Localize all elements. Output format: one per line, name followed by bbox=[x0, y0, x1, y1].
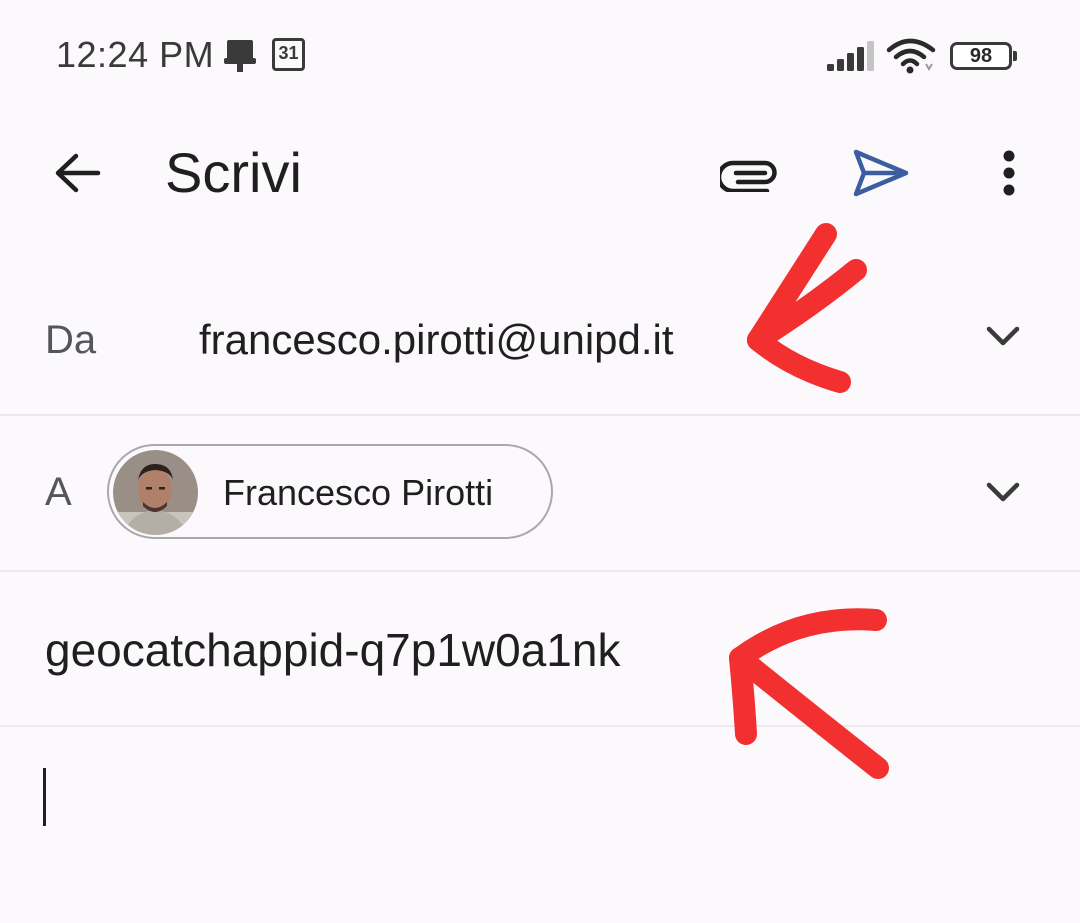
calendar-icon: 31 bbox=[272, 38, 305, 71]
download-icon bbox=[224, 40, 256, 72]
wifi-icon bbox=[886, 38, 936, 74]
battery-level: 98 bbox=[969, 44, 993, 67]
attach-icon[interactable] bbox=[720, 154, 780, 192]
status-bar: 12:24 PM 31 98 bbox=[0, 0, 1080, 110]
signal-icon bbox=[827, 41, 874, 71]
chevron-down-icon[interactable] bbox=[985, 324, 1021, 348]
status-time: 12:24 PM bbox=[56, 34, 215, 75]
to-label: A bbox=[45, 470, 72, 514]
text-cursor bbox=[43, 768, 46, 826]
subject-field[interactable]: geocatchappid-q7p1w0a1nk bbox=[45, 623, 620, 677]
subject-row[interactable]: geocatchappid-q7p1w0a1nk bbox=[0, 571, 1080, 727]
avatar bbox=[113, 450, 198, 535]
calendar-day: 31 bbox=[278, 43, 299, 63]
from-address[interactable]: francesco.pirotti@unipd.it bbox=[199, 316, 674, 364]
recipient-chip[interactable]: Francesco Pirotti bbox=[107, 444, 553, 539]
page-title: Scrivi bbox=[165, 141, 302, 204]
from-label: Da bbox=[45, 318, 97, 362]
battery-icon: 98 bbox=[950, 42, 1017, 70]
from-row[interactable]: Da francesco.pirotti@unipd.it bbox=[0, 260, 1080, 416]
battery-tip bbox=[1013, 51, 1017, 61]
chevron-down-icon[interactable] bbox=[985, 480, 1021, 504]
to-row[interactable]: A Francesco Pirotti bbox=[0, 416, 1080, 572]
more-vert-icon[interactable] bbox=[997, 148, 1021, 198]
back-arrow-icon[interactable] bbox=[52, 148, 102, 198]
recipient-name: Francesco Pirotti bbox=[223, 472, 494, 513]
app-bar: Scrivi bbox=[0, 118, 1080, 228]
body-editor[interactable] bbox=[0, 726, 1080, 923]
send-icon[interactable] bbox=[852, 148, 910, 198]
compose-screen: 12:24 PM 31 98 Scrivi Da francesco.pirot… bbox=[0, 0, 1080, 923]
